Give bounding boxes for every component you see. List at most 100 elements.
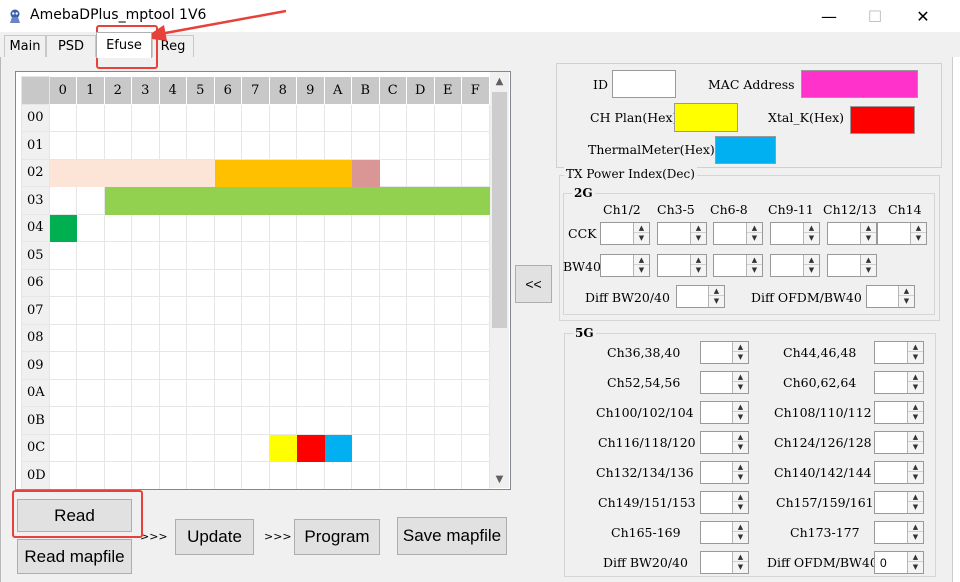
spin-up-icon[interactable]: ▲ (634, 223, 649, 233)
efuse-cell[interactable] (296, 351, 325, 380)
spin-up-icon[interactable]: ▲ (709, 286, 724, 296)
spin-up-icon[interactable]: ▲ (733, 492, 748, 502)
efuse-cell[interactable] (241, 213, 270, 242)
efuse-cell[interactable] (103, 406, 132, 435)
efuse-cell[interactable] (48, 378, 77, 407)
efuse-cell[interactable] (268, 323, 297, 352)
channel-spinbox-5g[interactable]: ▲ ▼ (874, 461, 924, 484)
efuse-cell[interactable] (296, 213, 325, 242)
spin-down-icon[interactable]: ▼ (733, 472, 748, 482)
spin-down-icon[interactable]: ▼ (709, 296, 724, 306)
efuse-cell[interactable] (76, 241, 105, 270)
efuse-cell[interactable] (76, 103, 105, 132)
efuse-cell[interactable] (351, 241, 380, 270)
efuse-cell[interactable] (76, 296, 105, 325)
efuse-cell[interactable] (461, 433, 490, 462)
efuse-cell[interactable] (461, 461, 490, 489)
efuse-cell[interactable] (406, 461, 435, 489)
efuse-cell[interactable] (406, 213, 435, 242)
efuse-cell[interactable] (378, 186, 407, 215)
efuse-cell[interactable] (351, 296, 380, 325)
close-button[interactable]: ✕ (900, 0, 946, 32)
efuse-cell[interactable] (406, 378, 435, 407)
bw40-spinbox[interactable]: ▲ ▼ (713, 254, 763, 277)
scroll-down-icon[interactable]: ▼ (490, 470, 509, 488)
efuse-cell[interactable] (158, 103, 187, 132)
spin-down-icon[interactable]: ▼ (861, 233, 876, 243)
spin-down-icon[interactable]: ▼ (804, 265, 819, 275)
efuse-cell[interactable] (131, 296, 160, 325)
efuse-cell[interactable] (351, 131, 380, 160)
efuse-cell[interactable] (158, 433, 187, 462)
efuse-cell[interactable] (378, 241, 407, 270)
efuse-cell[interactable] (76, 433, 105, 462)
channel-spinbox-5g[interactable]: ▲ ▼ (700, 521, 749, 544)
efuse-cell[interactable] (378, 296, 407, 325)
efuse-cell[interactable] (268, 158, 297, 187)
efuse-cell[interactable] (48, 213, 77, 242)
efuse-cell[interactable] (48, 461, 77, 489)
efuse-map-grid[interactable]: 0 1 2 3 4 5 6 7 8 9 A B C D E F 00 01 02 03 04 05 06 07 08 09 0A 0B… (15, 71, 511, 490)
efuse-cell[interactable] (76, 268, 105, 297)
efuse-cell[interactable] (461, 186, 490, 215)
efuse-cell[interactable] (241, 268, 270, 297)
spin-up-icon[interactable]: ▲ (908, 522, 923, 532)
efuse-cell[interactable] (48, 186, 77, 215)
efuse-cell[interactable] (268, 351, 297, 380)
efuse-cell[interactable] (241, 296, 270, 325)
efuse-cell[interactable] (461, 131, 490, 160)
efuse-cell[interactable] (406, 323, 435, 352)
efuse-cell[interactable] (131, 186, 160, 215)
efuse-cell[interactable] (241, 241, 270, 270)
channel-spinbox-5g[interactable]: ▲ ▼ (874, 371, 924, 394)
efuse-cell[interactable] (158, 268, 187, 297)
scroll-thumb[interactable] (492, 92, 507, 328)
efuse-cell[interactable] (323, 103, 352, 132)
efuse-cell[interactable] (213, 296, 242, 325)
efuse-cell[interactable] (268, 103, 297, 132)
read-mapfile-button[interactable]: Read mapfile (17, 539, 132, 574)
spin-down-icon[interactable]: ▼ (733, 502, 748, 512)
efuse-cell[interactable] (351, 158, 380, 187)
efuse-cell[interactable] (186, 158, 215, 187)
efuse-cell[interactable] (213, 323, 242, 352)
efuse-cell[interactable] (351, 461, 380, 489)
spin-up-icon[interactable]: ▲ (908, 342, 923, 352)
efuse-cell[interactable] (296, 461, 325, 489)
spin-up-icon[interactable]: ▲ (899, 286, 914, 296)
efuse-cell[interactable] (323, 186, 352, 215)
diff-bw-spinbox-2g[interactable]: ▲ ▼ (676, 285, 725, 308)
grid-scrollbar[interactable]: ▲ ▼ (490, 72, 509, 488)
efuse-cell[interactable] (378, 351, 407, 380)
spin-down-icon[interactable]: ▼ (908, 562, 923, 572)
efuse-cell[interactable] (213, 241, 242, 270)
efuse-cell[interactable] (406, 351, 435, 380)
spin-down-icon[interactable]: ▼ (911, 233, 926, 243)
efuse-cell[interactable] (433, 378, 462, 407)
efuse-cell[interactable] (323, 461, 352, 489)
efuse-cell[interactable] (406, 131, 435, 160)
efuse-cell[interactable] (48, 158, 77, 187)
efuse-cell[interactable] (378, 131, 407, 160)
efuse-cell[interactable] (241, 461, 270, 489)
efuse-cell[interactable] (48, 103, 77, 132)
efuse-cell[interactable] (48, 433, 77, 462)
efuse-cell[interactable] (323, 351, 352, 380)
efuse-cell[interactable] (378, 268, 407, 297)
efuse-cell[interactable] (131, 461, 160, 489)
spin-up-icon[interactable]: ▲ (733, 372, 748, 382)
spin-down-icon[interactable]: ▼ (747, 265, 762, 275)
efuse-cell[interactable] (76, 213, 105, 242)
channel-spinbox-5g[interactable]: ▲ ▼ (700, 401, 749, 424)
spin-up-icon[interactable]: ▲ (804, 255, 819, 265)
efuse-cell[interactable] (461, 158, 490, 187)
efuse-cell[interactable] (131, 378, 160, 407)
bw40-spinbox[interactable]: ▲ ▼ (657, 254, 707, 277)
efuse-cell[interactable] (268, 268, 297, 297)
efuse-cell[interactable] (158, 186, 187, 215)
tab-psd[interactable]: PSD (46, 35, 96, 57)
efuse-cell[interactable] (158, 241, 187, 270)
efuse-cell[interactable] (76, 186, 105, 215)
efuse-cell[interactable] (241, 433, 270, 462)
efuse-cell[interactable] (351, 186, 380, 215)
